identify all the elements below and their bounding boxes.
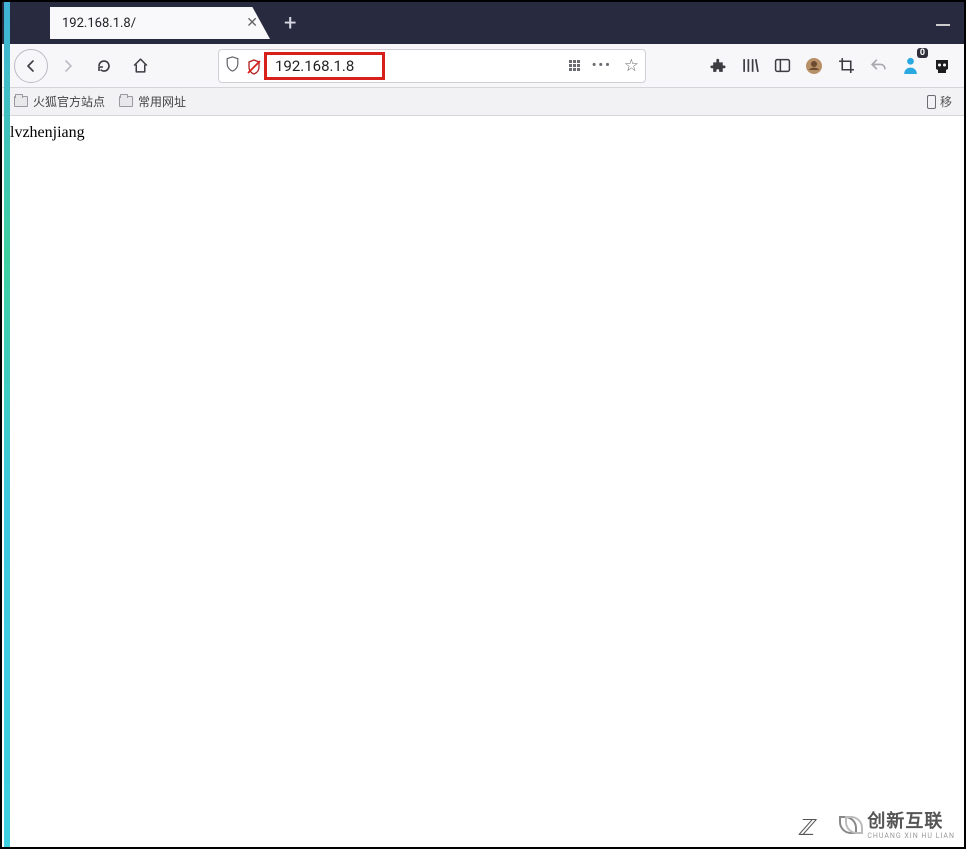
arrow-right-icon xyxy=(60,58,76,74)
forward-button[interactable] xyxy=(52,50,84,82)
home-button[interactable] xyxy=(124,50,156,82)
skull-extension-button[interactable] xyxy=(932,56,952,76)
watermark: 创新互联 CHUANG XIN HU LIAN xyxy=(834,804,960,843)
nav-toolbar: 192.168.1.8 ••• ☆ xyxy=(2,44,964,88)
browser-window: 192.168.1.8/ ✕ + 192.168.1.8 xyxy=(0,0,966,849)
qr-icon[interactable] xyxy=(569,60,580,71)
page-content: lvzhenjiang xyxy=(2,116,964,847)
address-bar[interactable]: 192.168.1.8 ••• ☆ xyxy=(218,49,646,83)
insecure-shield-icon[interactable] xyxy=(246,59,260,73)
mobile-bookmarks-label: 移 xyxy=(940,93,952,110)
toolbar-right: 0 xyxy=(708,56,954,76)
watermark-brand-en: CHUANG XIN HU LIAN xyxy=(867,833,955,840)
sidebar-button[interactable] xyxy=(772,56,792,76)
skull-icon xyxy=(933,58,951,74)
addrbar-right-icons: ••• ☆ xyxy=(569,56,639,76)
window-minimize-button[interactable] xyxy=(936,14,954,18)
new-tab-button[interactable]: + xyxy=(270,11,310,36)
screenshot-crop-button[interactable] xyxy=(836,56,856,76)
watermark-text: 创新互联 CHUANG XIN HU LIAN xyxy=(867,807,955,840)
arrow-left-icon xyxy=(23,58,39,74)
bookmark-item-firefox[interactable]: 火狐官方站点 xyxy=(14,93,105,110)
crop-icon xyxy=(838,57,855,74)
home-icon xyxy=(132,57,149,74)
url-text[interactable]: 192.168.1.8 xyxy=(275,57,354,75)
watermark-glyph: ℤ xyxy=(798,815,814,841)
undo-icon xyxy=(870,57,887,74)
window-left-accent xyxy=(4,2,10,847)
library-icon xyxy=(742,57,759,74)
bookmarks-toolbar: 火狐官方站点 常用网址 移 xyxy=(2,88,964,116)
library-button[interactable] xyxy=(740,56,760,76)
page-action-menu[interactable]: ••• xyxy=(592,58,612,73)
body-text: lvzhenjiang xyxy=(10,124,85,141)
mobile-bookmarks-button[interactable]: 移 xyxy=(927,93,952,110)
tab-title: 192.168.1.8/ xyxy=(58,16,242,31)
undo-button[interactable] xyxy=(868,56,888,76)
folder-icon xyxy=(14,96,28,107)
url-highlight-box: 192.168.1.8 xyxy=(264,52,385,80)
watermark-brand-cn: 创新互联 xyxy=(867,811,943,832)
reload-button[interactable] xyxy=(88,50,120,82)
bookmark-star-button[interactable]: ☆ xyxy=(624,56,639,76)
puzzle-icon xyxy=(710,57,727,74)
tab-strip: 192.168.1.8/ ✕ + xyxy=(2,2,964,44)
reload-icon xyxy=(96,58,112,74)
tab-close-button[interactable]: ✕ xyxy=(242,15,262,31)
notifications-button[interactable]: 0 xyxy=(900,56,920,76)
bookmark-item-common[interactable]: 常用网址 xyxy=(119,93,186,110)
extensions-button[interactable] xyxy=(708,56,728,76)
tracking-shield-icon[interactable] xyxy=(225,56,240,76)
notifications-badge: 0 xyxy=(917,48,928,58)
watermark-logo-icon xyxy=(839,813,861,835)
sidebar-icon xyxy=(774,57,791,74)
folder-icon xyxy=(119,96,133,107)
bookmark-label: 火狐官方站点 xyxy=(33,93,105,110)
avatar-icon xyxy=(805,57,823,75)
phone-icon xyxy=(927,95,936,109)
bookmark-label: 常用网址 xyxy=(138,93,186,110)
tab-active[interactable]: 192.168.1.8/ ✕ xyxy=(50,7,270,39)
back-button[interactable] xyxy=(14,49,48,83)
person-icon xyxy=(902,56,919,75)
profile-avatar[interactable] xyxy=(804,56,824,76)
